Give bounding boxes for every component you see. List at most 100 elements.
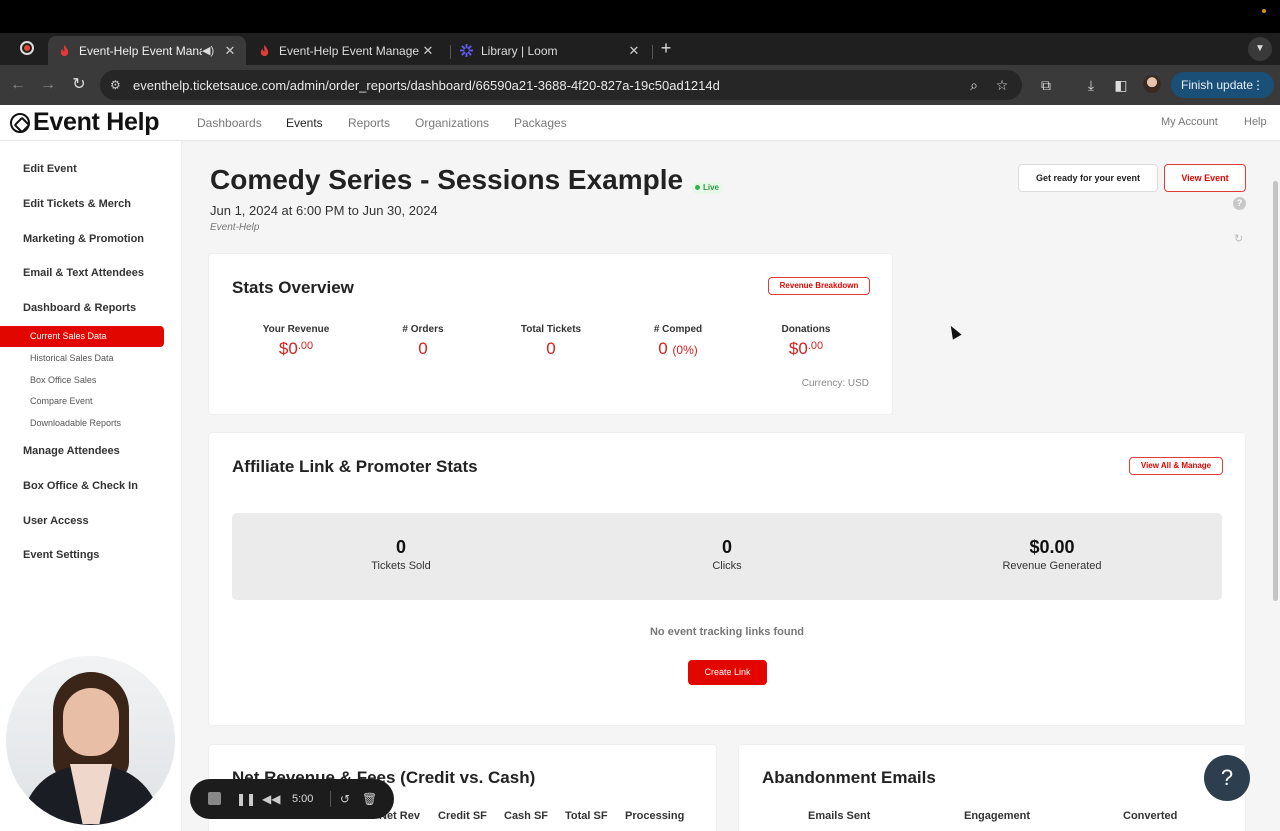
sidebar-item-user-access[interactable]: User Access (23, 515, 89, 527)
top-navigation: Event Help Dashboards Events Reports Org… (0, 105, 1280, 141)
column-header: Engagement (964, 810, 1031, 822)
tab-separator (652, 45, 653, 59)
nav-packages[interactable]: Packages (514, 116, 567, 130)
column-header: Processing (625, 810, 685, 822)
kebab-menu-icon[interactable]: ⋮ (1252, 72, 1264, 98)
view-all-manage-button[interactable]: View All & Manage (1129, 457, 1223, 475)
profile-avatar[interactable] (1143, 75, 1161, 93)
view-event-button[interactable]: View Event (1164, 164, 1246, 192)
new-tab-icon[interactable]: + (656, 38, 676, 58)
close-tab-icon[interactable]: ✕ (420, 43, 436, 59)
finish-update-button[interactable]: Finish update ⋮ (1171, 72, 1274, 98)
help-question-icon[interactable]: ? (1233, 197, 1246, 210)
sidebar-item-marketing[interactable]: Marketing & Promotion (23, 233, 144, 245)
sidebar-sub-compare-event[interactable]: Compare Event (30, 396, 93, 406)
status-badge: Live (692, 182, 724, 194)
nav-my-account[interactable]: My Account (1161, 116, 1218, 128)
webcam-bubble[interactable] (6, 656, 175, 825)
get-ready-button[interactable]: Get ready for your event (1018, 164, 1158, 192)
address-bar[interactable]: ⚙ eventhelp.ticketsauce.com/admin/order_… (100, 70, 1022, 100)
stat-value: $0.00 (746, 339, 866, 359)
page-scrollbar[interactable] (1270, 141, 1280, 831)
loom-icon (460, 44, 473, 57)
sidebar-item-edit-event[interactable]: Edit Event (23, 163, 77, 175)
refresh-icon[interactable]: ↻ (1234, 232, 1243, 245)
tab-title: Event-Help Event Manager (279, 43, 420, 58)
stat-value-main: 0 (658, 339, 668, 358)
sidebar-sub-historical-sales[interactable]: Historical Sales Data (30, 353, 114, 363)
stat-total-tickets: Total Tickets 0 (491, 324, 611, 359)
affiliate-title: Affiliate Link & Promoter Stats (232, 457, 478, 476)
forward-arrow-icon[interactable]: → (38, 75, 58, 95)
recording-time: 5:00 (292, 793, 314, 805)
column-header: Credit SF (438, 810, 487, 822)
tab-title: Library | Loom (481, 43, 558, 58)
stat-value: 0 (0%) (618, 339, 738, 359)
reload-icon[interactable]: ↻ (69, 75, 89, 95)
nav-help[interactable]: Help (1244, 116, 1267, 128)
browser-tab-2[interactable]: Event-Help Event Manager ✕ (248, 36, 444, 65)
nav-organizations[interactable]: Organizations (415, 116, 489, 130)
nav-events[interactable]: Events (286, 116, 323, 130)
scrollbar-thumb[interactable] (1273, 181, 1278, 601)
nav-reports[interactable]: Reports (348, 116, 390, 130)
restart-icon[interactable]: ↺ (338, 791, 352, 807)
tab-title: Event-Help Event Manager (79, 43, 202, 58)
create-link-button[interactable]: Create Link (688, 660, 767, 685)
sidebar-item-dashboard-reports[interactable]: Dashboard & Reports (23, 302, 136, 314)
logo-text: Event Help (33, 108, 160, 136)
affiliate-stat-label: Revenue Generated (1002, 560, 1102, 572)
sidebar-sub-downloadable-reports[interactable]: Downloadable Reports (30, 418, 121, 428)
loom-control-bar: ❚❚ ◀◀ 5:00 ↺ 🗑 (190, 779, 394, 819)
organizer-name: Event-Help (210, 222, 260, 233)
stat-comped: # Comped 0 (0%) (618, 324, 738, 359)
abandonment-card: Abandonment Emails Emails Sent Engagemen… (739, 745, 1245, 831)
stat-value-main: $0 (788, 339, 808, 358)
affiliate-revenue: $0.00 Revenue Generated (952, 537, 1152, 572)
stat-value: 0 (418, 339, 428, 358)
sidebar-sub-current-sales[interactable]: Current Sales Data (0, 326, 164, 347)
stop-icon[interactable] (208, 792, 221, 805)
affiliate-stat-label: Clicks (712, 560, 742, 572)
logo-mark-icon (10, 112, 30, 133)
browser-tab-1[interactable]: Event-Help Event Manager ◀) ✕ (48, 36, 246, 65)
sidebar-item-email-text[interactable]: Email & Text Attendees (23, 267, 144, 279)
revenue-breakdown-button[interactable]: Revenue Breakdown (768, 277, 870, 295)
sidebar-item-manage-attendees[interactable]: Manage Attendees (23, 445, 120, 457)
status-dot (1262, 9, 1266, 13)
stat-label: Donations (781, 324, 831, 335)
trash-icon[interactable]: 🗑 (362, 791, 377, 807)
stat-label: # Comped (653, 324, 703, 335)
extensions-puzzle-icon[interactable]: ⧉ (1036, 75, 1056, 95)
sidebar-sub-box-office-sales[interactable]: Box Office Sales (30, 375, 96, 385)
affiliate-tickets-sold: 0 Tickets Sold (301, 537, 501, 572)
sidebar-sub-label: Current Sales Data (30, 331, 107, 341)
logo[interactable]: Event Help (10, 108, 160, 137)
tab-search-chevron-icon[interactable]: ▼ (1248, 37, 1272, 61)
affiliate-clicks: 0 Clicks (627, 537, 827, 572)
url-text[interactable]: eventhelp.ticketsauce.com/admin/order_re… (133, 78, 720, 93)
rewind-icon[interactable]: ◀◀ (262, 791, 280, 807)
side-panel-icon[interactable]: ◧ (1111, 75, 1131, 95)
stat-value-main: $0 (278, 339, 298, 358)
affiliate-stat-value: 0 (721, 537, 732, 557)
stats-title: Stats Overview (232, 278, 354, 297)
nav-dashboards[interactable]: Dashboards (197, 116, 262, 130)
back-arrow-icon[interactable]: ← (8, 75, 28, 95)
bookmark-star-icon[interactable]: ☆ (994, 77, 1010, 93)
speaker-icon[interactable]: ◀) (202, 44, 216, 57)
site-settings-icon[interactable]: ⚙ (110, 78, 124, 92)
os-top-bar (0, 0, 1280, 33)
sidebar-item-box-office[interactable]: Box Office & Check In (23, 480, 138, 492)
recording-indicator-icon[interactable] (20, 41, 34, 55)
browser-tab-3[interactable]: Library | Loom ✕ (450, 36, 650, 65)
download-icon[interactable]: ⤓ (1081, 75, 1101, 95)
stat-label: Your Revenue (262, 324, 330, 335)
pause-icon[interactable]: ❚❚ (236, 791, 256, 807)
close-tab-icon[interactable]: ✕ (626, 43, 642, 59)
zoom-search-icon[interactable]: ⌕ (966, 77, 982, 93)
sidebar-item-edit-tickets[interactable]: Edit Tickets & Merch (23, 198, 131, 210)
sidebar-item-event-settings[interactable]: Event Settings (23, 549, 99, 561)
close-tab-icon[interactable]: ✕ (222, 43, 238, 59)
help-chat-button[interactable]: ? (1204, 755, 1250, 801)
